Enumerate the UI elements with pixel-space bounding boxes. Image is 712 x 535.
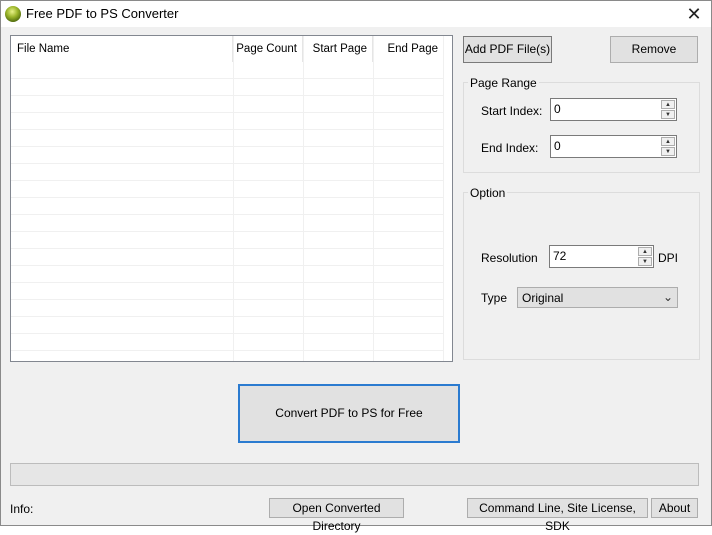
type-select[interactable]: Original ⌄ — [517, 287, 678, 308]
list-row-empty — [11, 62, 444, 79]
file-list-rows — [11, 62, 444, 351]
list-row-empty — [11, 113, 444, 130]
info-label: Info: — [10, 502, 34, 516]
type-label: Type — [481, 291, 508, 305]
end-index-label: End Index: — [481, 141, 539, 155]
remove-button[interactable]: Remove — [610, 36, 698, 63]
chevron-down-icon: ⌄ — [662, 290, 673, 304]
main-window: Free PDF to PS Converter ✕ File Name Pag… — [0, 0, 712, 533]
column-header-file-name[interactable]: File Name — [11, 36, 233, 62]
resolution-value: 72 — [553, 249, 567, 263]
column-header-page-count[interactable]: Page Count — [233, 36, 303, 62]
list-row-empty — [11, 334, 444, 351]
resolution-spinbox[interactable]: 72 ▲ ▼ — [549, 245, 654, 268]
app-logo-icon — [5, 6, 21, 22]
spin-up-icon[interactable]: ▲ — [661, 137, 675, 146]
page-range-group — [463, 82, 700, 173]
close-button[interactable]: ✕ — [677, 1, 711, 27]
about-button[interactable]: About — [651, 498, 698, 518]
file-list[interactable]: File Name Page Count Start Page End Page — [10, 35, 453, 362]
start-index-label: Start Index: — [481, 104, 543, 118]
spin-down-icon[interactable]: ▼ — [638, 257, 652, 266]
list-row-empty — [11, 232, 444, 249]
add-pdf-files-button[interactable]: Add PDF File(s) — [463, 36, 552, 63]
list-row-empty — [11, 147, 444, 164]
list-row-empty — [11, 181, 444, 198]
list-row-empty — [11, 198, 444, 215]
title-bar: Free PDF to PS Converter ✕ — [1, 1, 711, 27]
list-row-empty — [11, 317, 444, 334]
page-range-label: Page Range — [468, 76, 539, 90]
spin-up-icon[interactable]: ▲ — [661, 100, 675, 109]
option-group — [463, 192, 700, 360]
list-row-empty — [11, 283, 444, 300]
list-row-empty — [11, 266, 444, 283]
command-line-license-button[interactable]: Command Line, Site License, SDK — [467, 498, 648, 533]
spin-up-icon[interactable]: ▲ — [638, 247, 652, 256]
list-row-empty — [11, 249, 444, 266]
list-row-empty — [11, 96, 444, 113]
end-index-value: 0 — [554, 139, 561, 153]
progress-bar — [10, 463, 699, 486]
window-title: Free PDF to PS Converter — [26, 6, 179, 21]
spin-down-icon[interactable]: ▼ — [661, 110, 675, 119]
column-header-start-page[interactable]: Start Page — [303, 36, 373, 62]
spin-down-icon[interactable]: ▼ — [661, 147, 675, 156]
end-index-spinbox[interactable]: 0 ▲ ▼ — [550, 135, 677, 158]
option-label: Option — [468, 186, 508, 200]
open-converted-directory-button[interactable]: Open Converted Directory — [269, 498, 404, 533]
list-row-empty — [11, 130, 444, 147]
list-row-empty — [11, 300, 444, 317]
list-row-empty — [11, 215, 444, 232]
type-selected-value: Original — [522, 291, 564, 305]
resolution-label: Resolution — [481, 251, 538, 265]
start-index-value: 0 — [554, 102, 561, 116]
file-list-header: File Name Page Count Start Page End Page — [11, 36, 452, 62]
list-row-empty — [11, 164, 444, 181]
dpi-label: DPI — [658, 251, 679, 265]
convert-button[interactable]: Convert PDF to PS for Free — [238, 384, 460, 443]
start-index-spinbox[interactable]: 0 ▲ ▼ — [550, 98, 677, 121]
list-row-empty — [11, 79, 444, 96]
column-header-end-page[interactable]: End Page — [373, 36, 444, 62]
